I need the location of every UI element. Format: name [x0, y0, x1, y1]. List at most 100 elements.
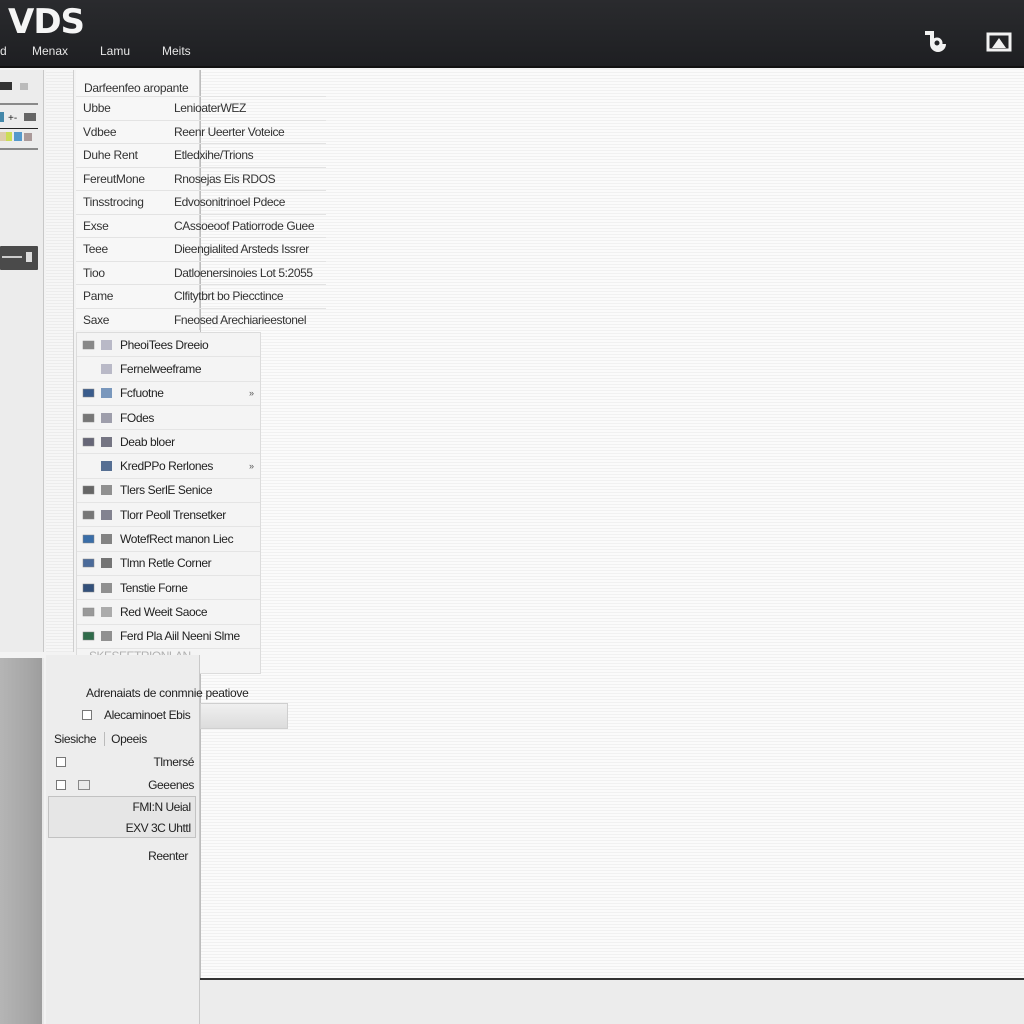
option-check-row[interactable]: Alecaminoet Ebis — [82, 708, 191, 722]
tree-item[interactable]: Red Weeit Saoce — [77, 600, 260, 625]
tree-item-label: Tenstie Forne — [120, 580, 188, 595]
left-gray-panel — [0, 658, 44, 1024]
expand-arrow-icon[interactable]: » — [249, 461, 254, 471]
item-icon — [100, 630, 114, 642]
property-key: FereutMone — [83, 171, 145, 186]
tree-item-label: Deab bloer — [120, 434, 175, 449]
property-key: Vdbee — [83, 124, 117, 139]
item-icon — [100, 363, 114, 375]
tree-list: PheoiTees Dreeio Fernelweeframe Fcfuotne» F… — [76, 332, 261, 674]
property-value: Dieengialited Arsteds Issrer — [174, 242, 309, 257]
property-key: Teee — [83, 242, 108, 257]
checkbox[interactable] — [82, 710, 92, 720]
property-row[interactable]: Tinsstrocing Edvosonitrinoel Pdece — [76, 190, 326, 214]
node-icon — [82, 412, 96, 424]
menu-item-lamu[interactable]: Lamu — [84, 44, 146, 62]
separator — [0, 103, 38, 105]
property-value: Datloenersinoies Lot 5:2055 — [174, 265, 313, 280]
tree-item[interactable]: Tlorr Peoll Trensetker — [77, 503, 260, 528]
tree-item[interactable]: Tlmn Retle Corner — [77, 552, 260, 576]
checkbox[interactable] — [56, 757, 66, 767]
lower-panel-title: Adrenaiats de conmnie peatiove — [86, 686, 249, 700]
node-icon — [82, 582, 96, 594]
menu-bar: d Menax Lamu Meits — [0, 44, 206, 62]
tree-item[interactable]: Deab bloer — [77, 430, 260, 455]
property-value: Clfitytbrt bo Piecctince — [174, 289, 284, 304]
node-icon — [82, 630, 96, 642]
item-icon — [100, 557, 114, 569]
tree-item[interactable]: Fernelweeframe — [77, 357, 260, 382]
node-icon — [82, 533, 96, 545]
menu-item-0[interactable]: d — [0, 44, 24, 62]
item-icon — [100, 484, 114, 496]
node-icon — [82, 387, 96, 399]
item-icon — [100, 606, 114, 618]
menu-item-meits[interactable]: Meits — [146, 44, 206, 62]
image-icon[interactable] — [986, 30, 1012, 54]
tree-item-label: Tlers SerlE Senice — [120, 483, 213, 498]
property-value: CAssoeoof Patiorrode Guee — [174, 218, 315, 233]
option-label: Tlmersé — [153, 755, 194, 769]
expand-arrow-icon[interactable]: » — [249, 388, 254, 398]
tree-item[interactable]: FOdes — [77, 406, 260, 431]
tree-item-label: WotefRect manon Liec — [120, 532, 234, 547]
toolbar-row-3[interactable] — [0, 130, 40, 144]
toolbar-row-1[interactable] — [0, 80, 40, 94]
tree-item-label: KredPPo Rerlones — [120, 459, 213, 474]
tree-item-label: Ferd Pla Aiil Neeni Slme — [120, 629, 240, 644]
item-icon — [100, 339, 114, 351]
option-row[interactable]: Geeenes — [56, 778, 194, 792]
tab-opeeis[interactable]: Opeeis — [104, 732, 155, 746]
tree-item[interactable]: WotefRect manon Liec — [77, 527, 260, 552]
option-row[interactable]: Tlmersé — [56, 755, 194, 769]
refresh-icon[interactable] — [922, 30, 948, 54]
status-bar — [200, 980, 1024, 1024]
tab-bar: Siesiche Opeeis — [54, 732, 155, 746]
checkbox[interactable] — [56, 780, 66, 790]
info-line: EXV 3C UhttI — [125, 821, 192, 835]
toolbar-row-2[interactable]: +- — [0, 110, 40, 124]
tab-siesiche[interactable]: Siesiche — [54, 732, 104, 746]
option-label: Geeenes — [148, 778, 194, 792]
tree-item[interactable]: Fcfuotne » — [77, 382, 260, 406]
property-key: Ubbe — [83, 101, 111, 116]
svg-text:+-: +- — [8, 113, 17, 124]
menu-item-menax[interactable]: Menax — [24, 44, 84, 62]
property-row[interactable]: Tioo Datloenersinoies Lot 5:2055 — [76, 260, 326, 285]
value-input[interactable] — [200, 703, 288, 729]
property-row[interactable]: Vdbee Reenr Ueerter Voteice — [76, 119, 326, 144]
property-key: Saxe — [83, 312, 110, 327]
tree-item[interactable]: PheoiTees Dreeio — [77, 333, 260, 358]
tree-item[interactable]: Ferd Pla Aiil Neeni Slme — [77, 625, 260, 649]
tree-item-label: FOdes — [120, 410, 155, 425]
property-row[interactable]: Teee Dieengialited Arsteds Issrer — [76, 237, 326, 261]
app-logo: VDS — [8, 2, 85, 42]
folder-icon — [78, 780, 90, 790]
property-key: Exse — [83, 218, 109, 233]
tree-item-label: Tlorr Peoll Trensetker — [120, 507, 226, 522]
node-icon — [82, 339, 96, 351]
property-value: Etledxihe/Trions — [174, 148, 254, 163]
scroll-column[interactable] — [46, 70, 74, 652]
property-row[interactable]: Pame Clfitytbrt bo Piecctince — [76, 284, 326, 308]
property-key: Pame — [83, 289, 114, 304]
property-key: Tinsstrocing — [83, 195, 144, 210]
property-key: Tioo — [83, 265, 105, 280]
property-row[interactable]: Ubbe LenioaterWEZ — [76, 96, 326, 120]
tree-item[interactable]: KredPPo Rerlones » — [77, 454, 260, 479]
property-row[interactable]: Exse CAssoeoof Patiorrode Guee — [76, 213, 326, 238]
node-icon — [82, 557, 96, 569]
item-icon — [100, 436, 114, 448]
tree-item-label: Red Weeit Saoce — [120, 604, 208, 619]
property-row[interactable]: Duhe Rent Etledxihe/Trions — [76, 143, 326, 167]
left-toolbar-panel: +- — [0, 70, 44, 652]
node-icon — [82, 509, 96, 521]
property-value: Fneosed Arechiarieestonel — [174, 312, 307, 327]
dark-control[interactable] — [0, 246, 38, 270]
tree-item[interactable]: Tenstie Forne — [77, 576, 260, 601]
properties-title: Darfeenfeo aropante — [84, 81, 189, 95]
reset-button[interactable]: Reenter — [56, 849, 188, 863]
property-row[interactable]: FereutMone Rnosejas Eis RDOS — [76, 166, 326, 191]
tree-item[interactable]: Tlers SerlE Senice — [77, 479, 260, 504]
property-row[interactable]: Saxe Fneosed Arechiarieestonel — [76, 307, 326, 332]
